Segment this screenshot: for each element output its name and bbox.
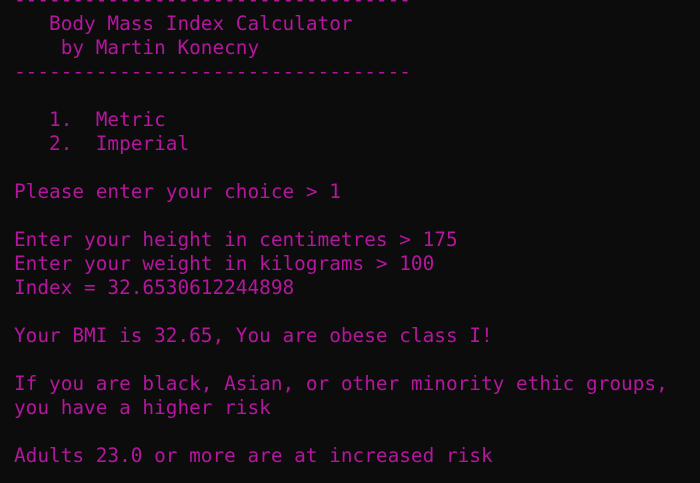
menu-option-metric: 1. Metric <box>14 108 166 131</box>
header-rule-bottom: ---------------------------------- <box>14 60 411 83</box>
adult-risk-note: Adults 23.0 or more are at increased ris… <box>14 444 493 467</box>
risk-warning-line-2: you have a higher risk <box>14 396 271 419</box>
header-rule-top: ---------------------------------- <box>14 0 700 12</box>
menu-option-imperial: 2. Imperial <box>14 132 190 155</box>
terminal-window[interactable]: ---------------------------------- Body … <box>0 0 700 483</box>
height-prompt: Enter your height in centimetres > 175 <box>14 228 458 251</box>
choice-prompt: Please enter your choice > 1 <box>14 180 341 203</box>
app-author: by Martin Konecny <box>14 36 260 59</box>
index-output: Index = 32.6530612244898 <box>14 276 295 299</box>
app-title: Body Mass Index Calculator <box>14 12 353 35</box>
risk-warning-line-1: If you are black, Asian, or other minori… <box>14 372 668 395</box>
weight-prompt: Enter your weight in kilograms > 100 <box>14 252 435 275</box>
bmi-result: Your BMI is 32.65, You are obese class I… <box>14 324 493 347</box>
